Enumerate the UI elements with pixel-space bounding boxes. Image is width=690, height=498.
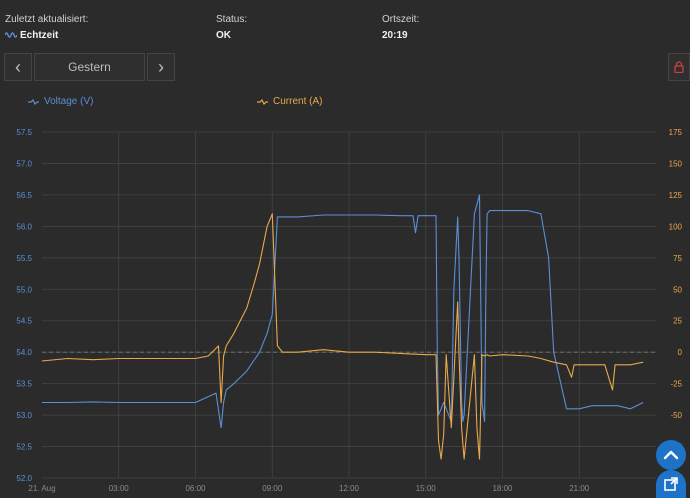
y-right-tick-label: 150 (669, 159, 683, 168)
voltage-line-icon (28, 98, 39, 105)
y-right-tick-label: 50 (673, 285, 682, 294)
y-left-tick-label: 56.5 (16, 191, 32, 200)
lock-button[interactable] (668, 53, 690, 81)
y-right-tick-label: 75 (673, 254, 682, 263)
local-time-label: Ortszeit: (382, 14, 420, 25)
y-right-tick-label: 0 (678, 348, 683, 357)
y-left-tick-label: 57.5 (16, 128, 32, 137)
y-left-tick-label: 53.0 (16, 411, 32, 420)
y-left-tick-label: 54.5 (16, 317, 32, 326)
y-left-tick-label: 55.5 (16, 254, 32, 263)
next-day-button[interactable]: › (147, 53, 175, 81)
y-right-tick-label: -50 (670, 411, 682, 420)
x-tick-label: 21:00 (569, 484, 590, 493)
y-left-tick-label: 52.5 (16, 443, 32, 452)
date-label: Gestern (68, 60, 111, 74)
y-left-tick-label: 52.0 (16, 474, 32, 483)
last-updated-label: Zuletzt aktualisiert: (5, 14, 89, 25)
status-label: Status: (216, 14, 248, 25)
previous-day-button[interactable]: ‹ (4, 53, 32, 81)
x-tick-label: 06:00 (185, 484, 206, 493)
x-tick-label: 12:00 (339, 484, 360, 493)
x-tick-label: 09:00 (262, 484, 283, 493)
y-right-tick-label: 100 (669, 222, 683, 231)
last-updated-value-row: Echtzeit (5, 30, 58, 41)
lock-icon (674, 61, 684, 73)
x-tick-label: 15:00 (416, 484, 437, 493)
status-value: OK (216, 30, 231, 41)
y-left-tick-label: 56.0 (16, 222, 32, 231)
y-left-tick-label: 57.0 (16, 159, 32, 168)
legend-current-label: Current (A) (273, 96, 323, 107)
y-left-tick-label: 53.5 (16, 380, 32, 389)
chevron-left-icon: ‹ (15, 56, 21, 77)
popout-button[interactable] (656, 470, 686, 498)
y-right-tick-label: -25 (670, 380, 682, 389)
voltage-series-line (42, 194, 644, 429)
date-selector[interactable]: Gestern (34, 53, 145, 81)
y-right-tick-label: 175 (669, 128, 683, 137)
y-left-tick-label: 54.0 (16, 348, 32, 357)
voltage-current-chart[interactable]: 52.0-10052.5-7553.0-5053.5-2554.0054.525… (0, 118, 690, 498)
x-tick-label: 21. Aug (28, 484, 55, 493)
scroll-top-button[interactable] (656, 440, 686, 470)
x-tick-label: 03:00 (109, 484, 130, 493)
last-updated-value: Echtzeit (20, 30, 59, 41)
current-line-icon (257, 98, 268, 105)
popout-icon (664, 477, 678, 491)
y-right-tick-label: 25 (673, 317, 682, 326)
y-right-tick-label: 125 (669, 191, 683, 200)
chevron-right-icon: › (158, 56, 164, 77)
legend-current[interactable]: Current (A) (257, 96, 322, 107)
chevron-up-icon (663, 450, 679, 460)
wave-icon (5, 32, 17, 39)
y-left-tick-label: 55.0 (16, 285, 32, 294)
legend-voltage[interactable]: Voltage (V) (28, 96, 93, 107)
legend-voltage-label: Voltage (V) (44, 96, 94, 107)
local-time-value: 20:19 (382, 30, 408, 41)
x-tick-label: 18:00 (492, 484, 513, 493)
